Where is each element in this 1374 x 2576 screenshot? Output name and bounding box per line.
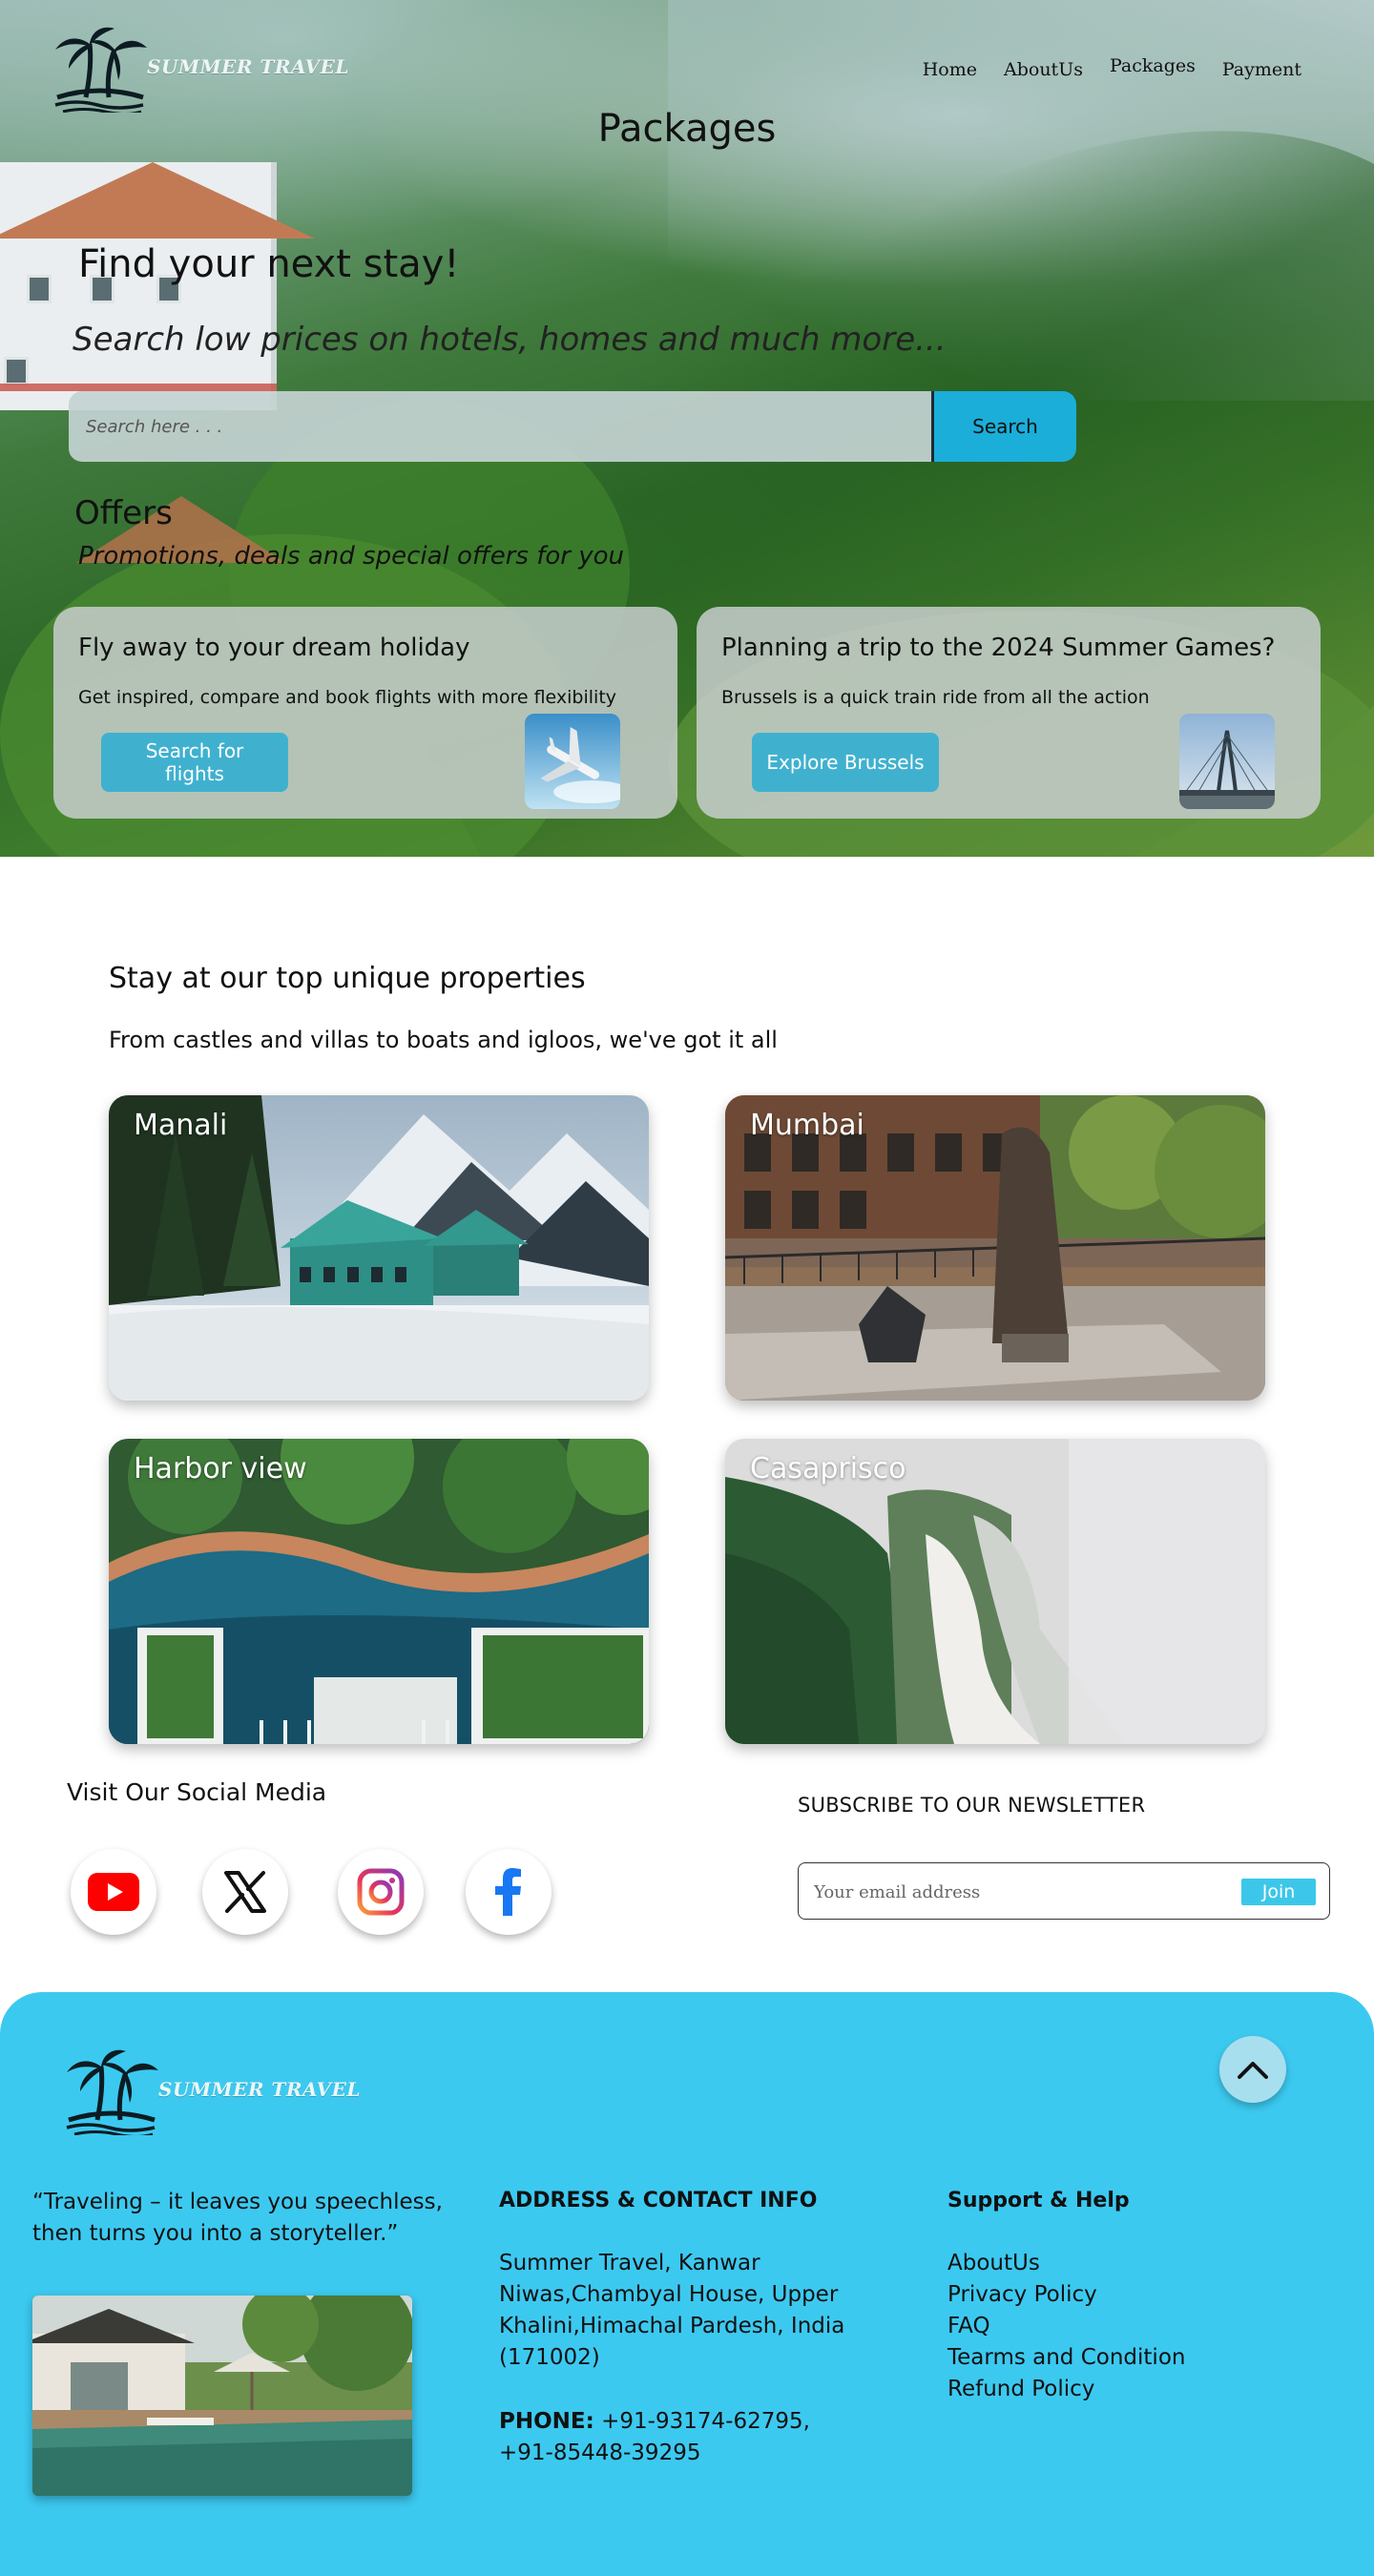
chevron-up-icon (1238, 2062, 1268, 2079)
properties-subtitle: From castles and villas to boats and igl… (109, 1027, 778, 1053)
offer-card-text: Get inspired, compare and book flights w… (78, 687, 617, 708)
x-icon (224, 1871, 266, 1913)
link-privacy-policy[interactable]: Privacy Policy (947, 2279, 1185, 2311)
property-card-harbor-view[interactable]: Harbor view (109, 1439, 649, 1744)
phone-label: PHONE: (499, 2409, 594, 2434)
brand-name: SUMMER TRAVEL (147, 55, 349, 78)
facebook-icon (495, 1868, 521, 1916)
nav-aboutus[interactable]: AboutUs (1004, 59, 1083, 80)
offer-card-text: Brussels is a quick train ride from all … (721, 687, 1150, 708)
property-label: Mumbai (750, 1109, 864, 1142)
property-label: Manali (134, 1109, 228, 1142)
offer-card-title: Planning a trip to the 2024 Summer Games… (721, 634, 1276, 662)
brand-name: SUMMER TRAVEL (158, 2078, 361, 2101)
nav-payment[interactable]: Payment (1222, 59, 1301, 80)
search-flights-button[interactable]: Search for flights (101, 733, 288, 792)
hero-subtitle: Search low prices on hotels, homes and m… (73, 321, 947, 359)
offer-card-flights: Fly away to your dream holiday Get inspi… (53, 607, 677, 819)
offer-card-title: Fly away to your dream holiday (78, 634, 470, 662)
properties-title: Stay at our top unique properties (109, 962, 586, 995)
instagram-icon (357, 1868, 405, 1916)
back-to-top-button[interactable] (1219, 2036, 1286, 2103)
hero-title: Find your next stay! (78, 242, 460, 286)
main-nav: Home AboutUs Packages Payment (923, 55, 1301, 80)
offers-subtitle: Promotions, deals and special offers for… (78, 542, 624, 571)
help-links: AboutUs Privacy Policy FAQ Tearms and Co… (947, 2248, 1185, 2405)
email-field[interactable] (814, 1877, 1224, 1907)
newsletter-form: Join (798, 1862, 1330, 1920)
footer-quote: “Traveling – it leaves you speechless, t… (32, 2190, 443, 2246)
x-link[interactable] (202, 1849, 288, 1935)
bridge-photo (1179, 714, 1275, 809)
search-button[interactable]: Search (931, 391, 1076, 462)
property-card-manali[interactable]: Manali (109, 1095, 649, 1401)
palm-tree-icon (66, 2049, 158, 2135)
page-title: Packages (597, 107, 777, 151)
instagram-link[interactable] (338, 1849, 424, 1935)
help-title: Support & Help (947, 2189, 1130, 2212)
link-refund-policy[interactable]: Refund Policy (947, 2374, 1185, 2405)
footer-logo[interactable]: SUMMER TRAVEL (59, 2044, 361, 2135)
explore-brussels-button[interactable]: Explore Brussels (752, 733, 939, 792)
property-label: Casaprisco (750, 1452, 906, 1485)
youtube-link[interactable] (71, 1849, 156, 1935)
offers-title: Offers (74, 494, 173, 532)
youtube-icon (88, 1873, 139, 1911)
nav-home[interactable]: Home (923, 59, 977, 80)
join-button[interactable]: Join (1241, 1879, 1316, 1905)
social-title: Visit Our Social Media (67, 1778, 327, 1806)
property-label: Harbor view (134, 1452, 307, 1485)
newsletter-title: SUBSCRIBE TO OUR NEWSLETTER (798, 1794, 1146, 1817)
link-aboutus[interactable]: AboutUs (947, 2248, 1185, 2279)
address-text: Summer Travel, Kanwar Niwas,Chambyal Hou… (499, 2251, 845, 2370)
link-terms[interactable]: Tearms and Condition (947, 2342, 1185, 2374)
search-input[interactable] (69, 391, 931, 462)
facebook-link[interactable] (466, 1849, 552, 1935)
search-bar: Search (69, 391, 1076, 462)
nav-packages[interactable]: Packages (1110, 55, 1196, 80)
address-title: ADDRESS & CONTACT INFO (499, 2189, 818, 2212)
offer-card-brussels: Planning a trip to the 2024 Summer Games… (697, 607, 1321, 819)
hero-house-roof (0, 162, 315, 239)
property-card-mumbai[interactable]: Mumbai (725, 1095, 1265, 1401)
property-card-casaprisco[interactable]: Casaprisco (725, 1439, 1265, 1744)
airplane-photo (525, 714, 620, 809)
link-faq[interactable]: FAQ (947, 2311, 1185, 2342)
phone-info: PHONE: +91-93174-62795, +91-85448-39295 (499, 2406, 862, 2469)
brand-logo[interactable]: SUMMER TRAVEL (48, 21, 349, 113)
palm-tree-icon (54, 27, 147, 113)
resort-photo (32, 2296, 412, 2496)
